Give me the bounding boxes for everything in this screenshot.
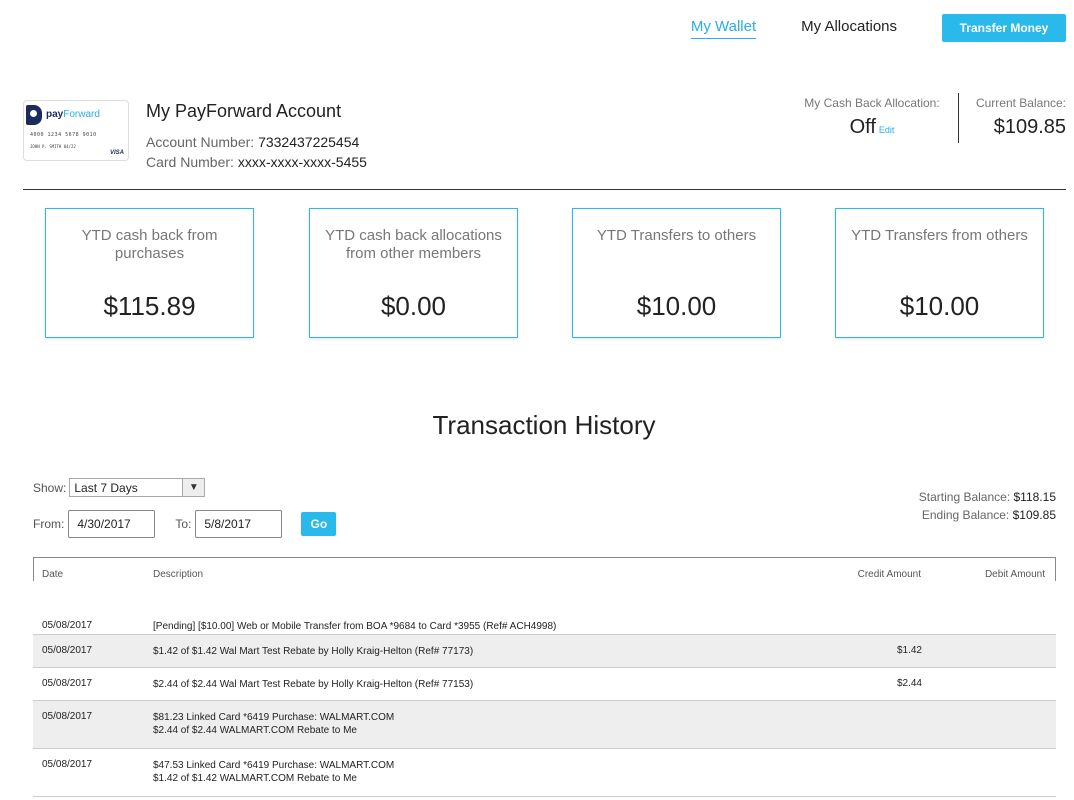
visa-logo: VISA [109, 150, 124, 156]
cashback-edit-link[interactable]: Edit [879, 125, 895, 135]
top-nav: My Wallet My Allocations Transfer Money [690, 14, 1066, 42]
starting-balance: Starting Balance: $118.15 [918, 490, 1056, 504]
transfer-money-button[interactable]: Transfer Money [942, 14, 1066, 42]
stat-label: YTD cash back allocations from other mem… [325, 227, 502, 262]
row-credit: $2.44 [896, 678, 922, 689]
cashback-allocation: My Cash Back Allocation: Off Edit [802, 96, 942, 139]
row-date: 05/08/2017 [42, 759, 93, 770]
card-number-line: Card Number: xxxx-xxxx-xxxx-5455 [146, 154, 367, 170]
balance-summary: Starting Balance: $118.15 Ending Balance… [919, 488, 1056, 524]
stat-label: YTD cash back from purchases [81, 227, 218, 262]
stat-transfers-from-others: YTD Transfers from others $10.00 [835, 208, 1044, 338]
table-row: 05/08/2017 [Pending] [$10.00] Web or Mob… [33, 610, 1056, 635]
col-date[interactable]: Date [42, 569, 63, 580]
row-date: 05/08/2017 [42, 620, 93, 631]
row-description: $81.23 Linked Card *6419 Purchase: WALMA… [153, 712, 395, 736]
date-range-filter: From: 4/30/2017 To: 5/8/2017 Go [33, 510, 337, 538]
table-spacer [33, 581, 1056, 610]
nav-my-wallet[interactable]: My Wallet [690, 18, 757, 39]
table-header: Date Description Credit Amount Debit Amo… [33, 557, 1056, 581]
account-number-value: 7332437225454 [258, 134, 360, 150]
account-title: My PayForward Account [146, 101, 342, 121]
to-label: To: [175, 517, 192, 531]
payforward-logo-icon [26, 105, 42, 125]
cashback-allocation-value: Off Edit [849, 116, 895, 138]
card-brand: payForward [46, 109, 100, 120]
transaction-history-title: Transaction History [432, 410, 656, 440]
row-date: 05/08/2017 [42, 645, 93, 656]
chevron-down-icon[interactable]: ▼ [182, 479, 205, 496]
show-filter: Show: Last 7 Days ▼ [33, 478, 206, 497]
to-date-input[interactable]: 5/8/2017 [195, 510, 283, 538]
stat-label: YTD Transfers from others [851, 227, 1028, 244]
stat-amount: $10.00 [636, 291, 717, 321]
col-debit[interactable]: Debit Amount [985, 569, 1045, 580]
col-description[interactable]: Description [153, 569, 203, 580]
card-number-label: Card Number: [146, 154, 234, 170]
col-credit[interactable]: Credit Amount [858, 569, 921, 580]
row-credit: $1.42 [896, 645, 922, 656]
current-balance-value: $109.85 [993, 116, 1066, 138]
row-description: [Pending] [$10.00] Web or Mobile Transfe… [153, 621, 557, 632]
stat-amount: $0.00 [380, 291, 447, 321]
transaction-table: Date Description Credit Amount Debit Amo… [33, 557, 1056, 797]
table-row: 05/08/2017 $81.23 Linked Card *6419 Purc… [33, 701, 1056, 749]
period-select-value: Last 7 Days [74, 480, 138, 495]
table-row: 05/08/2017 $1.42 of $1.42 Wal Mart Test … [33, 635, 1056, 668]
row-description: $1.42 of $1.42 Wal Mart Test Rebate by H… [153, 646, 474, 657]
row-date: 05/08/2017 [42, 678, 93, 689]
row-description: $2.44 of $2.44 Wal Mart Test Rebate by H… [153, 679, 474, 690]
current-balance-label: Current Balance: [975, 96, 1066, 110]
current-balance: Current Balance: $109.85 [976, 96, 1066, 139]
from-label: From: [33, 517, 65, 531]
account-number-label: Account Number: [146, 134, 255, 150]
stat-amount: $10.00 [899, 291, 980, 321]
card-printed-name: JOHN P. SMITH 04/22 [30, 144, 76, 149]
cashback-allocation-label: My Cash Back Allocation: [804, 96, 940, 110]
card-printed-number: 4000 1234 5678 9010 [30, 132, 97, 138]
header-divider [958, 93, 959, 143]
go-button[interactable]: Go [301, 512, 337, 536]
row-date: 05/08/2017 [42, 711, 93, 722]
nav-my-allocations[interactable]: My Allocations [801, 18, 897, 38]
period-select[interactable]: Last 7 Days ▼ [69, 478, 206, 497]
stat-amount: $115.89 [103, 291, 196, 321]
ending-balance: Ending Balance: $109.85 [921, 508, 1056, 522]
account-number-line: Account Number: 7332437225454 [146, 134, 359, 150]
stat-transfers-to-others: YTD Transfers to others $10.00 [572, 208, 781, 338]
card-number-value: xxxx-xxxx-xxxx-5455 [237, 154, 367, 170]
stat-cash-back-purchases: YTD cash back from purchases $115.89 [45, 208, 254, 338]
table-row: 05/08/2017 $47.53 Linked Card *6419 Purc… [33, 749, 1056, 797]
row-description: $47.53 Linked Card *6419 Purchase: WALMA… [153, 760, 395, 784]
table-row: 05/08/2017 $2.44 of $2.44 Wal Mart Test … [33, 668, 1056, 701]
stat-label: YTD Transfers to others [596, 227, 757, 244]
show-label: Show: [33, 480, 67, 495]
payforward-card-image: payForward 4000 1234 5678 9010 JOHN P. S… [23, 100, 129, 161]
account-header: payForward 4000 1234 5678 9010 JOHN P. S… [23, 93, 1066, 190]
stat-cash-back-allocations: YTD cash back allocations from other mem… [309, 208, 518, 338]
from-date-input[interactable]: 4/30/2017 [68, 510, 156, 538]
